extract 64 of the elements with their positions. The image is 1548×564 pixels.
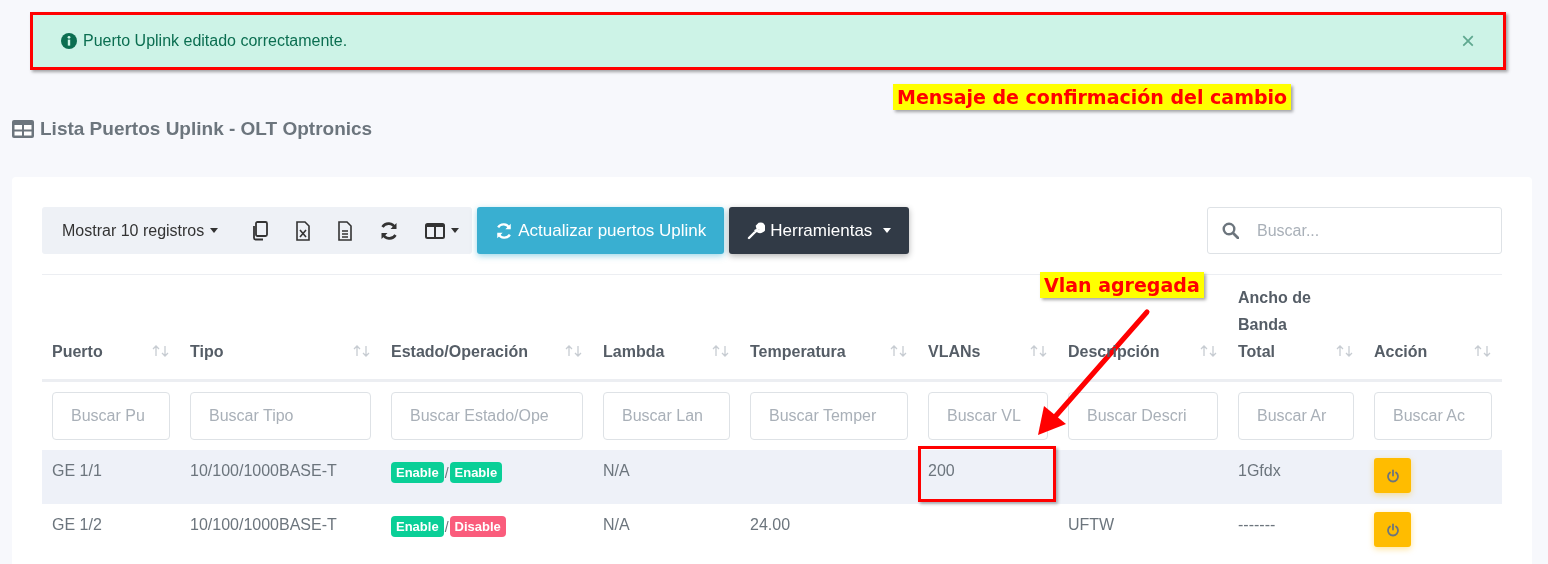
table-cell: 10/100/1000BASE-T xyxy=(190,516,337,533)
tools-dropdown[interactable]: Herramientas xyxy=(729,207,910,254)
table-cell: 10/100/1000BASE-T xyxy=(190,462,337,479)
spreadsheet-file-icon xyxy=(295,220,312,241)
column-header[interactable]: Tipo xyxy=(190,338,224,365)
sort-icon[interactable] xyxy=(1200,345,1218,357)
column-filter-field[interactable]: Buscar Ac xyxy=(1374,392,1492,440)
columns-icon xyxy=(425,222,446,239)
sort-icon[interactable] xyxy=(353,345,371,357)
table-cell: ------- xyxy=(1238,516,1276,533)
table-icon xyxy=(12,120,34,138)
document-icon xyxy=(337,220,354,241)
power-button[interactable] xyxy=(1374,458,1411,493)
info-icon xyxy=(61,33,77,49)
column-header[interactable]: Puerto xyxy=(52,338,103,365)
refresh-icon xyxy=(495,221,514,240)
separator: / xyxy=(444,464,449,481)
copy-icon xyxy=(251,220,270,241)
status-badge: Enable xyxy=(391,516,444,537)
search-field[interactable]: Buscar... xyxy=(1207,207,1502,254)
column-filter-field[interactable]: Buscar Pu xyxy=(52,392,170,440)
column-filter-field[interactable]: Buscar Estado/Ope xyxy=(391,392,583,440)
sort-icon[interactable] xyxy=(1030,345,1048,357)
power-icon xyxy=(1385,522,1400,537)
table-cell: N/A xyxy=(603,516,630,533)
table-cell: GE 1/1 xyxy=(52,462,102,479)
search-input[interactable]: Buscar... xyxy=(1255,220,1479,241)
status-badge: Enable xyxy=(449,462,503,483)
column-filter-field[interactable]: Buscar Ar xyxy=(1238,392,1354,440)
power-icon xyxy=(1385,468,1400,483)
column-header[interactable]: Lambda xyxy=(603,338,665,365)
column-filter-field[interactable]: Buscar Tipo xyxy=(190,392,371,440)
column-header[interactable]: Temperatura xyxy=(750,338,846,365)
refresh-icon xyxy=(379,220,400,241)
column-filter-field[interactable]: Buscar Temper xyxy=(750,392,908,440)
sort-icon[interactable] xyxy=(152,345,170,357)
sort-icon[interactable] xyxy=(1336,345,1354,357)
column-header[interactable]: VLANs xyxy=(928,338,981,365)
search-icon xyxy=(1222,222,1239,239)
table-cell: UFTW xyxy=(1068,516,1115,533)
column-header[interactable]: Ancho de Banda Total xyxy=(1238,284,1328,365)
wrench-icon xyxy=(747,221,766,240)
table-cell: 24.00 xyxy=(750,516,791,533)
column-header[interactable]: Acción xyxy=(1374,338,1428,365)
sort-icon[interactable] xyxy=(712,345,730,357)
annotation-callout: Mensaje de confirmación del cambio xyxy=(893,84,1292,110)
separator: / xyxy=(444,518,449,535)
sort-icon[interactable] xyxy=(1474,345,1492,357)
annotation-callout: Vlan agregada xyxy=(1040,272,1204,298)
table-cell: GE 1/2 xyxy=(52,516,102,533)
status-badge: Disable xyxy=(449,516,506,537)
table-cell: 1Gfdx xyxy=(1238,462,1281,479)
alert-message: Puerto Uplink editado correctamente. xyxy=(83,32,348,50)
status-badge: Enable xyxy=(391,462,444,483)
column-header[interactable]: Estado/Operación xyxy=(391,338,528,365)
table-cell: 200 xyxy=(928,462,955,479)
sort-icon[interactable] xyxy=(890,345,908,357)
column-filter-field[interactable]: Buscar Descri xyxy=(1068,392,1218,440)
column-filter-field[interactable]: Buscar VL xyxy=(928,392,1048,440)
power-button[interactable] xyxy=(1374,512,1411,547)
sort-icon[interactable] xyxy=(565,345,583,357)
page-title: Lista Puertos Uplink - OLT Optronics xyxy=(40,118,373,140)
table-cell: N/A xyxy=(603,462,630,479)
column-filter-field[interactable]: Buscar Lan xyxy=(603,392,730,440)
